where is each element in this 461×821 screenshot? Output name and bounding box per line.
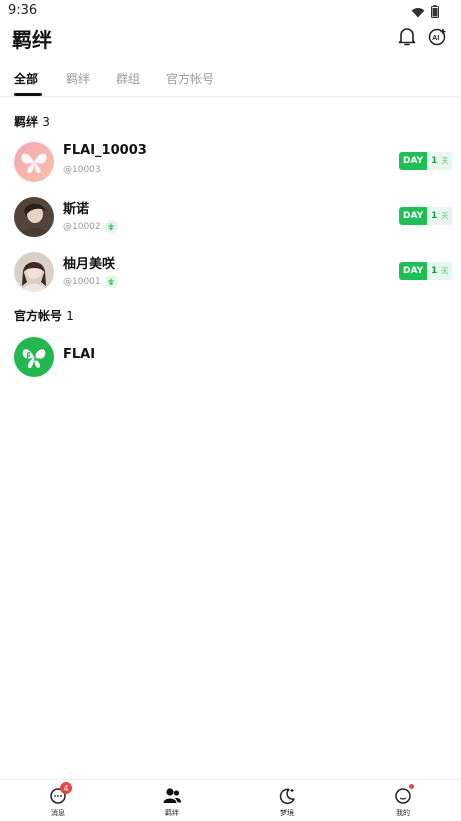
section-bonds-title: 羁绊 <box>14 115 39 129</box>
tab-groups[interactable]: 群组 <box>116 70 140 87</box>
nav-label: 我的 <box>396 809 410 817</box>
contact-handle: @10001 <box>63 275 118 288</box>
day-unit: 天 <box>441 267 449 275</box>
app-header: 羁绊 AI <box>0 20 461 56</box>
section-official-title: 官方帐号 <box>14 309 63 323</box>
profile-icon <box>393 784 414 806</box>
status-bar: 9:36 <box>0 0 461 20</box>
message-icon: 4 <box>48 782 72 806</box>
official-account-name: FLAI <box>63 347 96 362</box>
moon-icon <box>277 786 297 806</box>
day-unit: 天 <box>441 157 449 165</box>
day-count: 1天 <box>427 152 454 170</box>
contact-handle: @10002 <box>63 220 118 233</box>
tab-bonds[interactable]: 羁绊 <box>66 70 90 87</box>
nav-label: 消息 <box>51 809 65 817</box>
nav-bonds[interactable]: 羁绊 <box>152 786 192 818</box>
bottom-nav: 4 消息 羁绊 梦境 我的 <box>0 779 461 821</box>
flai-logo-avatar <box>14 337 54 377</box>
day-value: 1 <box>431 156 438 166</box>
tab-all[interactable]: 全部 <box>14 70 38 87</box>
contact-name: 柚月美咲 <box>63 257 116 272</box>
day-unit: 天 <box>441 212 449 220</box>
ai-add-icon[interactable]: AI <box>427 26 449 48</box>
status-time: 9:36 <box>8 3 38 18</box>
nav-label: 梦境 <box>280 809 294 817</box>
people-icon <box>162 786 182 806</box>
unread-badge: 4 <box>60 782 72 794</box>
avatar <box>14 142 54 182</box>
contact-row[interactable]: FLAI_10003 @10003 DAY 1天 <box>0 137 461 187</box>
nav-dream[interactable]: 梦境 <box>267 786 307 818</box>
section-bonds-header: 羁绊 3 <box>14 113 50 130</box>
tab-bar: 全部 羁绊 群组 官方帐号 <box>0 66 461 97</box>
contact-handle-text: @10001 <box>63 276 101 287</box>
verified-badge-icon <box>104 220 118 233</box>
verified-badge-icon <box>104 275 118 288</box>
bell-icon[interactable] <box>396 26 418 48</box>
day-badge: DAY 1天 <box>399 262 454 280</box>
svg-text:AI: AI <box>432 35 439 42</box>
contact-name: FLAI_10003 <box>63 143 147 158</box>
avatar <box>14 197 54 237</box>
contact-row[interactable]: 斯诺 @10002 DAY 1天 <box>0 192 461 242</box>
section-bonds-count: 3 <box>42 115 50 129</box>
day-value: 1 <box>431 266 438 276</box>
contact-handle-text: @10002 <box>63 221 101 232</box>
tab-official[interactable]: 官方帐号 <box>166 70 214 87</box>
contact-handle-text: @10003 <box>63 165 101 175</box>
avatar <box>14 252 54 292</box>
day-badge: DAY 1天 <box>399 152 454 170</box>
official-account-row[interactable]: FLAI <box>0 332 461 382</box>
day-label: DAY <box>399 152 428 170</box>
day-label: DAY <box>399 262 428 280</box>
day-label: DAY <box>399 207 428 225</box>
day-count: 1天 <box>427 207 454 225</box>
section-official-header: 官方帐号 1 <box>14 307 74 324</box>
nav-profile[interactable]: 我的 <box>383 784 423 818</box>
day-value: 1 <box>431 211 438 221</box>
notification-dot <box>409 784 414 789</box>
day-count: 1天 <box>427 262 454 280</box>
nav-messages[interactable]: 4 消息 <box>38 782 78 818</box>
contact-handle: @10003 <box>63 165 101 175</box>
contact-name: 斯诺 <box>63 202 90 217</box>
page-title: 羁绊 <box>12 28 52 52</box>
day-badge: DAY 1天 <box>399 207 454 225</box>
active-tab-indicator <box>14 93 42 96</box>
nav-label: 羁绊 <box>165 809 179 817</box>
contact-row[interactable]: 柚月美咲 @10001 DAY 1天 <box>0 247 461 297</box>
section-official-count: 1 <box>66 309 74 323</box>
